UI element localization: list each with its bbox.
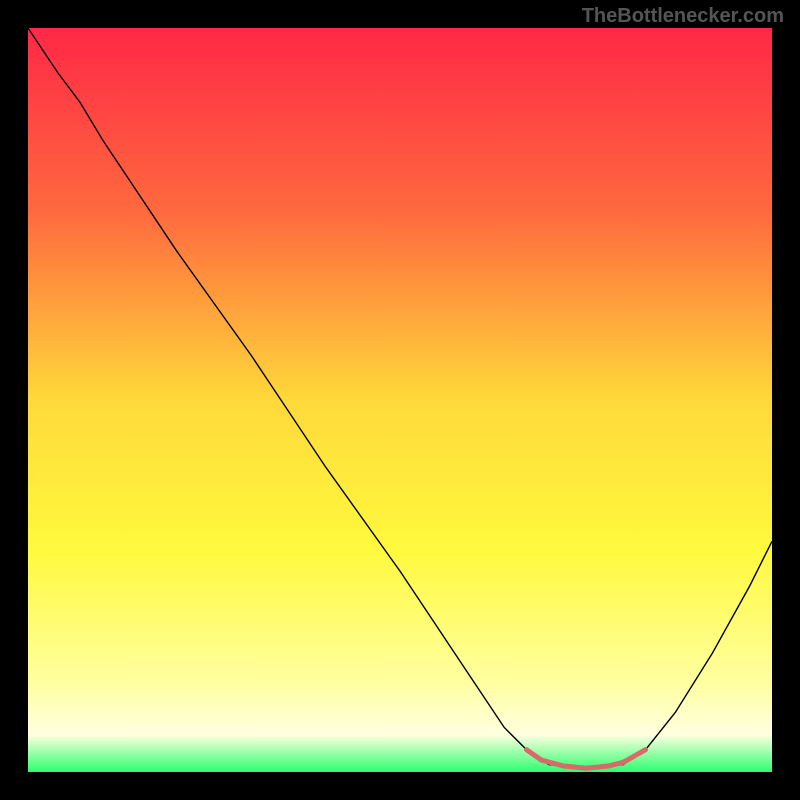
watermark-text: TheBottlenecker.com <box>582 5 784 28</box>
bottleneck-chart <box>28 28 772 772</box>
chart-svg <box>28 28 772 772</box>
chart-background <box>28 28 772 772</box>
